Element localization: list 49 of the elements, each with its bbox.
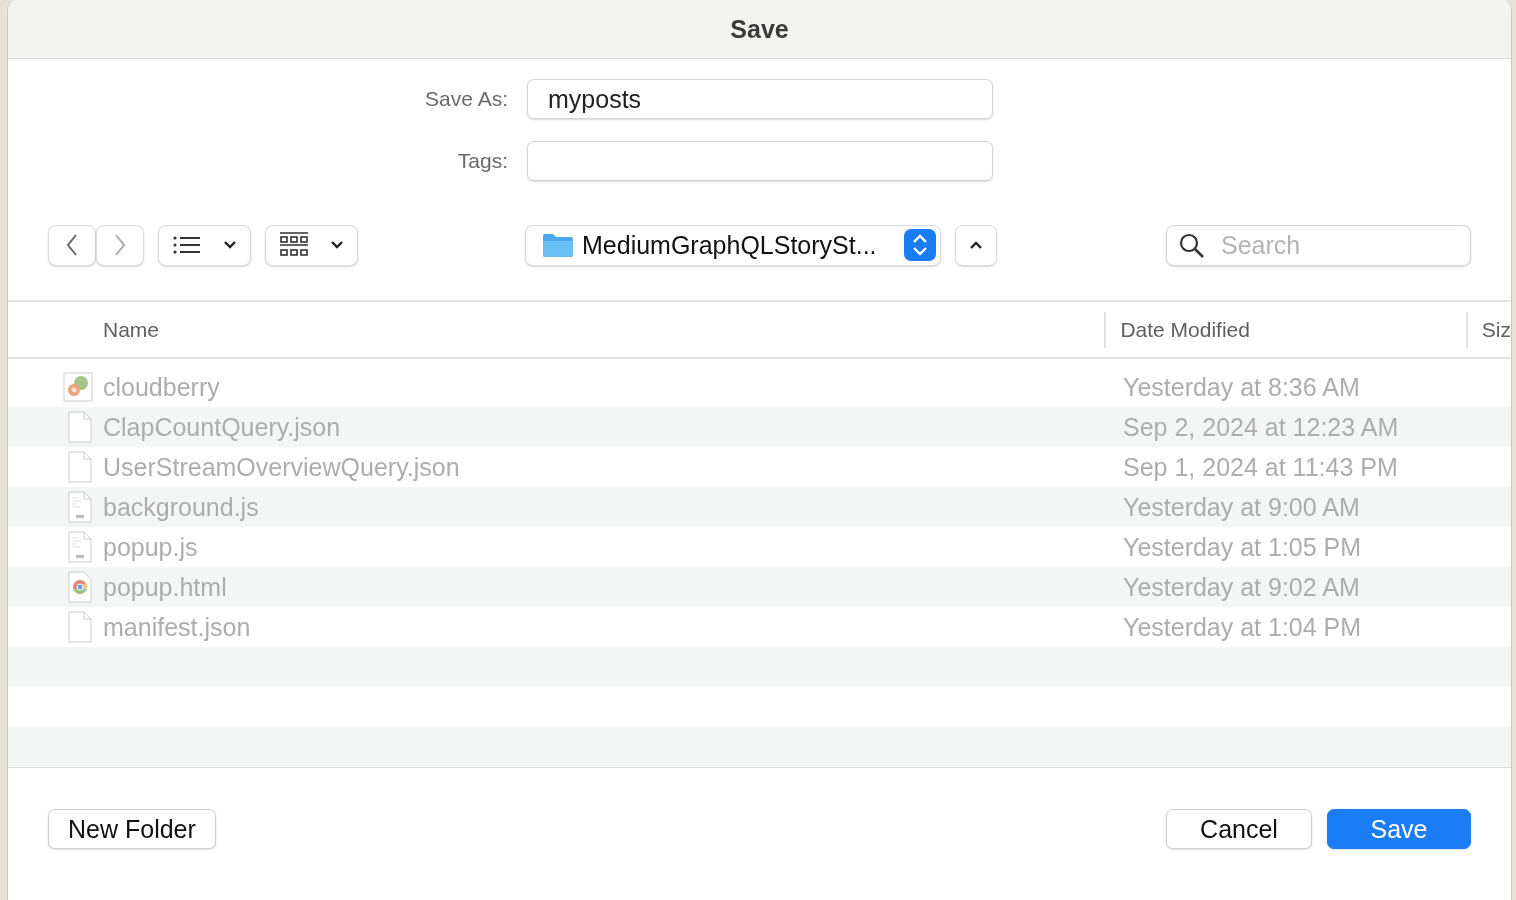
web-page-icon	[67, 571, 93, 603]
search-field[interactable]: Search	[1166, 224, 1471, 266]
date-modified: Sep 1, 2024 at 11:43 PM	[1123, 452, 1398, 482]
grid-icon	[279, 232, 308, 258]
file-name: popup.html	[103, 572, 228, 602]
group-view-button[interactable]	[265, 224, 358, 266]
save-as-field[interactable]: myposts	[527, 79, 993, 119]
file-name: background.js	[103, 492, 260, 522]
date-modified: Yesterday at 1:04 PM	[1123, 612, 1362, 642]
up-down-arrows-icon	[904, 229, 936, 261]
column-header[interactable]: Date Modified	[1106, 311, 1468, 348]
chevron-down-icon	[222, 240, 237, 250]
script-file-icon	[67, 491, 93, 523]
date-modified: Yesterday at 1:05 PM	[1123, 532, 1362, 562]
search-icon	[1179, 232, 1205, 259]
chevron-up-icon	[969, 240, 983, 250]
folder-icon	[542, 232, 574, 258]
save-as-label: Save As:	[424, 87, 509, 111]
chevron-left-icon	[65, 233, 79, 257]
script-file-icon	[67, 531, 93, 563]
column-header[interactable]: Siz	[1467, 311, 1511, 348]
document-icon	[67, 451, 93, 483]
list-view-button[interactable]	[158, 224, 251, 266]
file-name: manifest.json	[103, 612, 252, 642]
image-thumbnail-icon	[63, 372, 93, 402]
save-button[interactable]: Save	[1327, 809, 1471, 849]
date-modified: Yesterday at 8:36 AM	[1123, 372, 1360, 402]
new-folder-button[interactable]: New Folder	[48, 809, 216, 849]
back-button[interactable]	[48, 224, 96, 266]
date-modified: Yesterday at 9:02 AM	[1123, 572, 1360, 602]
list-icon	[172, 235, 201, 255]
chevron-right-icon	[113, 233, 127, 257]
file-name: cloudberry	[103, 372, 221, 402]
tags-label: Tags:	[456, 149, 509, 173]
window-title: Save	[730, 14, 789, 44]
file-name: ClapCountQuery.json	[103, 412, 342, 442]
date-modified: Sep 2, 2024 at 12:23 AM	[1123, 412, 1399, 442]
file-name: UserStreamOverviewQuery.json	[103, 452, 461, 482]
location-popup[interactable]: MediumGraphQLStorySt...	[525, 224, 941, 266]
column-header[interactable]: Name	[8, 311, 1107, 348]
chevron-down-icon	[329, 240, 344, 250]
document-icon	[67, 611, 93, 643]
cancel-button[interactable]: Cancel	[1166, 809, 1312, 849]
document-icon	[67, 411, 93, 443]
expand-button[interactable]	[955, 224, 997, 266]
date-modified: Yesterday at 9:00 AM	[1123, 492, 1360, 522]
tags-field[interactable]	[527, 141, 993, 181]
file-name: popup.js	[103, 532, 199, 562]
forward-button[interactable]	[96, 224, 144, 266]
